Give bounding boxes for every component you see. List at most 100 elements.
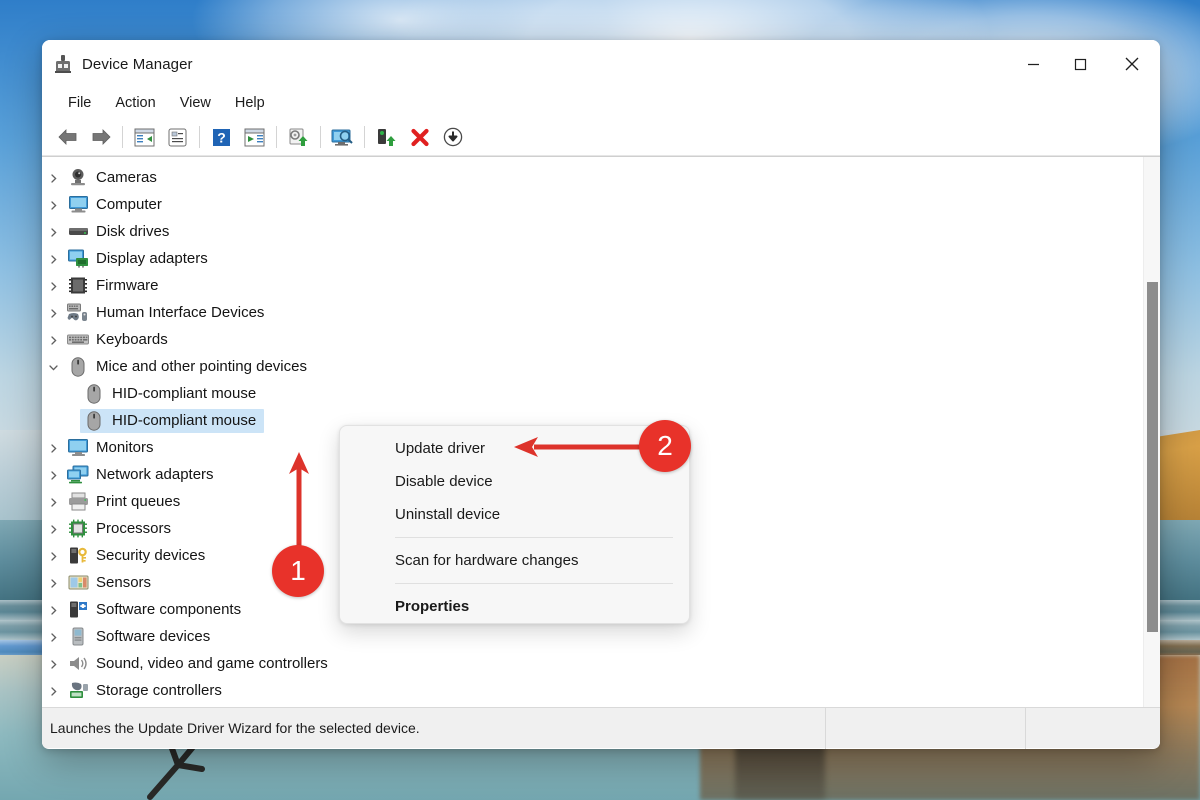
tree-item-label: Security devices <box>96 547 206 564</box>
menu-help[interactable]: Help <box>223 93 277 114</box>
menu-bar: File Action View Help <box>42 88 1160 119</box>
chevron-right-icon[interactable] <box>42 684 64 696</box>
display-devices-button[interactable] <box>326 123 359 152</box>
scan-for-hardware-changes-button[interactable] <box>282 123 315 152</box>
disk-drive-icon <box>67 222 89 242</box>
chevron-right-icon[interactable] <box>42 441 64 453</box>
tree-item[interactable]: Software devices <box>42 623 1160 650</box>
menu-file[interactable]: File <box>56 93 103 114</box>
tree-item-content[interactable]: Security devices <box>64 544 213 568</box>
tree-item-content[interactable]: Storage controllers <box>64 679 230 703</box>
tree-item[interactable]: HID-compliant mouse <box>42 380 1160 407</box>
uninstall-device-button[interactable] <box>403 123 436 152</box>
context-menu-item[interactable]: Uninstall device <box>340 498 689 531</box>
tree-item-label: Cameras <box>96 169 157 186</box>
help-button[interactable]: ? <box>205 123 238 152</box>
tree-item-content[interactable]: Disk drives <box>64 220 177 244</box>
tree-item[interactable]: Mice and other pointing devices <box>42 353 1160 380</box>
firmware-icon <box>67 276 89 296</box>
tree-item[interactable]: Firmware <box>42 272 1160 299</box>
close-icon <box>1125 57 1139 71</box>
chevron-right-icon[interactable] <box>42 495 64 507</box>
tree-item-content[interactable]: HID-compliant mouse <box>80 408 265 433</box>
chevron-right-icon[interactable] <box>42 549 64 561</box>
display-devices-icon <box>331 129 353 146</box>
tree-item-content[interactable]: Firmware <box>64 274 167 298</box>
window-title: Device Manager <box>82 55 193 73</box>
chevron-right-icon[interactable] <box>42 333 64 345</box>
sensor-icon <box>67 573 89 593</box>
tree-item-content[interactable]: Software components <box>64 598 249 622</box>
tree-item[interactable]: Keyboards <box>42 326 1160 353</box>
disable-device-button[interactable] <box>436 123 469 152</box>
window-controls <box>1010 40 1160 88</box>
minimize-button[interactable] <box>1010 40 1057 88</box>
menu-action[interactable]: Action <box>103 93 167 114</box>
tree-item-content[interactable]: Network adapters <box>64 463 222 487</box>
chevron-right-icon[interactable] <box>42 576 64 588</box>
tree-item-content[interactable]: HID-compliant mouse <box>80 382 264 406</box>
properties-button[interactable] <box>161 123 194 152</box>
chevron-right-icon[interactable] <box>42 171 64 183</box>
chevron-right-icon[interactable] <box>42 279 64 291</box>
chevron-right-icon[interactable] <box>42 468 64 480</box>
toolbar-separator <box>364 126 365 148</box>
back-icon <box>57 129 76 145</box>
scrollbar-thumb[interactable] <box>1147 282 1158 632</box>
tree-item-content[interactable]: Keyboards <box>64 328 176 352</box>
update-driver-button[interactable] <box>238 123 271 152</box>
context-menu-separator <box>395 537 673 538</box>
sound-device-icon <box>67 654 89 674</box>
title-bar: Device Manager <box>42 40 1160 88</box>
tree-item-content[interactable]: Sound, video and game controllers <box>64 652 336 676</box>
tree-item-label: Keyboards <box>96 331 168 348</box>
tree-item-content[interactable]: Display adapters <box>64 247 216 271</box>
tree-item-label: HID-compliant mouse <box>112 385 257 402</box>
tree-item-content[interactable]: Print queues <box>64 490 188 514</box>
chevron-right-icon[interactable] <box>42 306 64 318</box>
enable-device-button[interactable] <box>370 123 403 152</box>
tree-item-content[interactable]: Monitors <box>64 436 162 460</box>
context-menu-item[interactable]: Disable device <box>340 465 689 498</box>
chevron-down-icon[interactable] <box>42 360 64 372</box>
tree-item-label: Print queues <box>96 493 181 510</box>
callout-arrow-1 <box>289 452 309 554</box>
toolbar-separator <box>122 126 123 148</box>
menu-view[interactable]: View <box>168 93 223 114</box>
chevron-right-icon[interactable] <box>42 657 64 669</box>
chevron-right-icon[interactable] <box>42 252 64 264</box>
show-hide-console-tree-icon <box>134 128 155 146</box>
keyboard-icon <box>67 330 89 350</box>
back-button[interactable] <box>51 123 84 152</box>
tree-item-content[interactable]: Processors <box>64 517 179 541</box>
context-menu-item[interactable]: Scan for hardware changes <box>340 544 689 577</box>
tree-item[interactable]: Computer <box>42 191 1160 218</box>
vertical-scrollbar[interactable] <box>1143 157 1160 707</box>
chevron-right-icon[interactable] <box>42 603 64 615</box>
tree-item-content[interactable]: Cameras <box>64 166 165 190</box>
forward-button[interactable] <box>84 123 117 152</box>
tree-item-content[interactable]: Mice and other pointing devices <box>64 355 315 379</box>
maximize-icon <box>1074 58 1087 70</box>
tree-item-content[interactable]: Sensors <box>64 571 159 595</box>
mouse-icon <box>83 410 105 431</box>
tree-item[interactable]: Storage controllers <box>42 677 1160 704</box>
tree-item[interactable]: Sound, video and game controllers <box>42 650 1160 677</box>
show-hide-console-tree-button[interactable] <box>128 123 161 152</box>
tree-item[interactable]: Display adapters <box>42 245 1160 272</box>
context-menu-item[interactable]: Properties <box>340 590 689 623</box>
display-adapter-icon <box>67 249 89 269</box>
maximize-button[interactable] <box>1057 40 1104 88</box>
tree-item-content[interactable]: Software devices <box>64 625 218 649</box>
tree-item-content[interactable]: Human Interface Devices <box>64 301 272 325</box>
tree-item[interactable]: Disk drives <box>42 218 1160 245</box>
close-button[interactable] <box>1104 40 1160 88</box>
tree-item-content[interactable]: Computer <box>64 193 170 217</box>
chevron-right-icon[interactable] <box>42 630 64 642</box>
tree-item[interactable]: Cameras <box>42 164 1160 191</box>
chevron-right-icon[interactable] <box>42 522 64 534</box>
chevron-right-icon[interactable] <box>42 225 64 237</box>
minimize-icon <box>1028 63 1039 65</box>
tree-item[interactable]: Human Interface Devices <box>42 299 1160 326</box>
chevron-right-icon[interactable] <box>42 198 64 210</box>
